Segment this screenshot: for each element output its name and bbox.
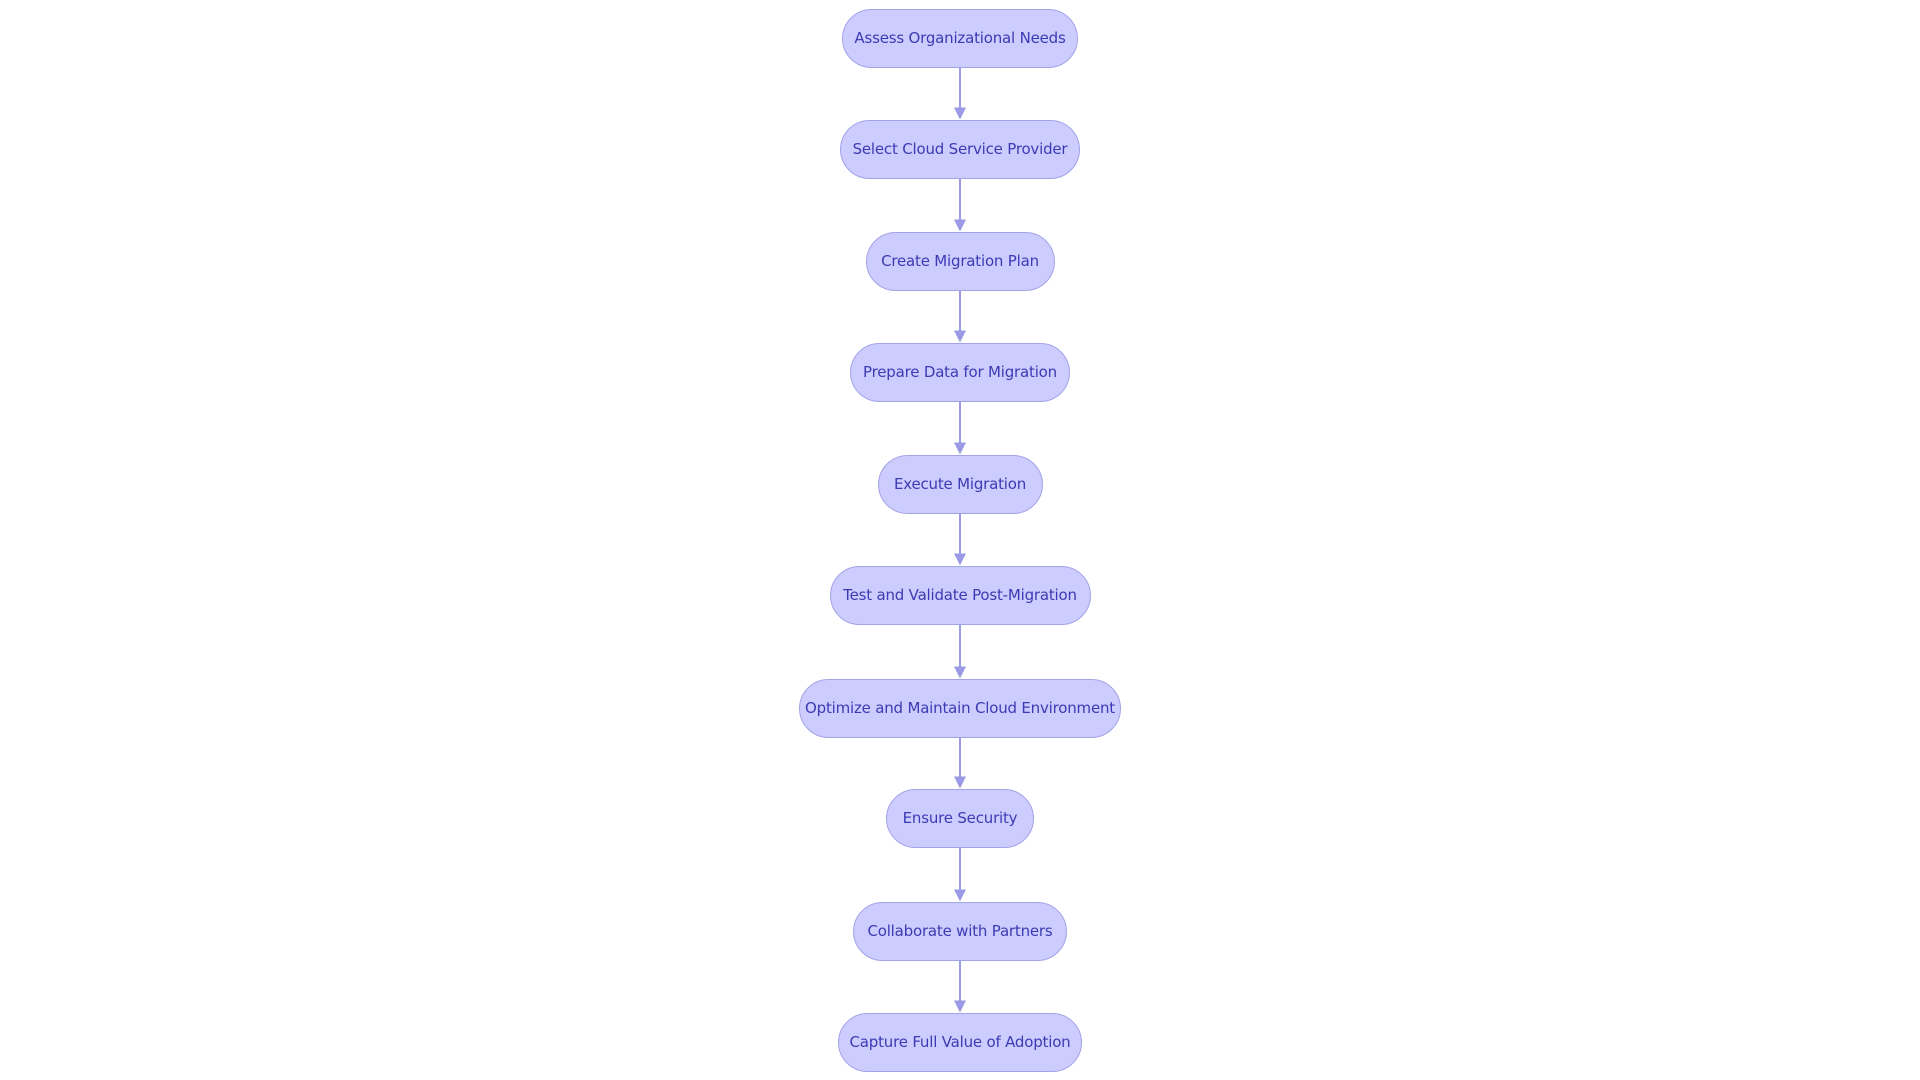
flow-node: Optimize and Maintain Cloud Environment	[799, 678, 1121, 738]
flow-node: Collaborate with Partners	[853, 901, 1067, 961]
arrowhead-icon	[954, 107, 966, 120]
flow-node: Select Cloud Service Provider	[840, 119, 1080, 179]
flow-node: Create Migration Plan	[865, 231, 1055, 291]
flow-node: Ensure Security	[886, 788, 1034, 848]
arrowhead-icon	[954, 666, 966, 679]
arrowhead-icon	[954, 219, 966, 232]
arrowhead-icon	[954, 776, 966, 789]
arrowhead-icon	[954, 442, 966, 455]
flow-node: Capture Full Value of Adoption	[838, 1012, 1082, 1072]
flow-node: Prepare Data for Migration	[850, 342, 1070, 402]
flow-node: Assess Organizational Needs	[842, 8, 1078, 68]
arrowhead-icon	[954, 889, 966, 902]
flow-node: Test and Validate Post-Migration	[829, 565, 1091, 625]
arrowhead-icon	[954, 553, 966, 566]
flow-node: Execute Migration	[877, 454, 1043, 514]
arrowhead-icon	[954, 1000, 966, 1013]
arrowhead-icon	[954, 330, 966, 343]
